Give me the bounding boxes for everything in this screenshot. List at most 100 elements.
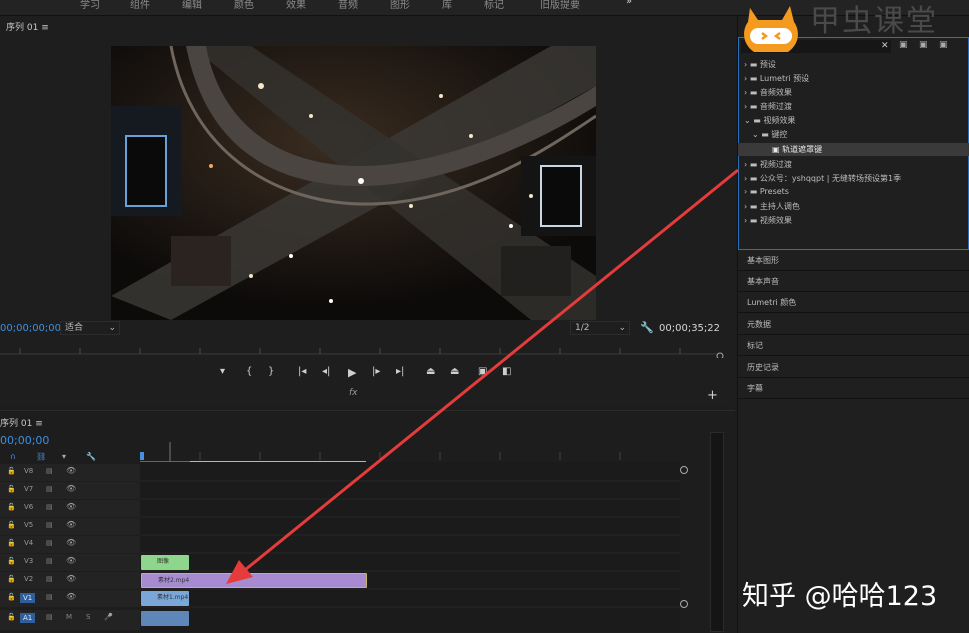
tree-item-lumetri-presets[interactable]: › ▬ Lumetri 预设 xyxy=(744,73,809,84)
menu-assembly[interactable]: 组件 xyxy=(130,0,150,11)
menu-color[interactable]: 颜色 xyxy=(234,0,254,11)
eye-icon[interactable]: 👁 xyxy=(66,520,76,529)
step-forward-icon[interactable]: |▸ xyxy=(372,366,380,377)
lock-icon[interactable]: 🔓 xyxy=(7,575,16,583)
menu-effects[interactable]: 效果 xyxy=(286,0,306,11)
lock-icon[interactable]: 🔓 xyxy=(7,539,16,547)
eye-icon[interactable]: 👁 xyxy=(66,466,76,475)
add-marker-icon[interactable]: ▾ xyxy=(220,366,225,377)
clip-v1-video[interactable]: 素材1.mp4 xyxy=(141,591,189,606)
lock-icon[interactable]: 🔓 xyxy=(7,521,16,529)
playback-ruler[interactable] xyxy=(0,342,724,360)
panel-essential-sound[interactable]: 基本声音 xyxy=(738,271,969,292)
lock-icon[interactable]: 🔓 xyxy=(7,593,16,601)
lock-icon[interactable]: 🔓 xyxy=(7,557,16,565)
panel-metadata[interactable]: 元数据 xyxy=(738,314,969,335)
panel-essential-graphics[interactable]: 基本图形 xyxy=(738,250,969,271)
zoom-handle-icon[interactable] xyxy=(680,600,688,608)
sync-icon[interactable]: ▤ xyxy=(46,539,53,547)
track-header-v7[interactable]: 🔓 V7 ▤ 👁 xyxy=(0,482,140,499)
resolution-dropdown[interactable]: 1/2 ⌄ xyxy=(570,321,630,335)
lock-icon[interactable]: 🔓 xyxy=(7,467,16,475)
sync-icon[interactable]: ▤ xyxy=(46,485,53,493)
wrench-icon[interactable]: 🔧 xyxy=(86,452,96,461)
menu-graphics[interactable]: 图形 xyxy=(390,0,410,11)
go-to-out-icon[interactable]: ▸| xyxy=(396,366,404,377)
track-header-v6[interactable]: 🔓 V6 ▤ 👁 xyxy=(0,500,140,517)
clip-v3-graphic[interactable]: 图像 xyxy=(141,555,189,570)
export-frame-icon[interactable]: ▣ xyxy=(478,366,487,377)
menu-audio[interactable]: 音频 xyxy=(338,0,358,11)
solo-icon[interactable]: S xyxy=(86,613,90,621)
menu-libraries[interactable]: 库 xyxy=(442,0,452,11)
lock-icon[interactable]: 🔓 xyxy=(7,503,16,511)
fit-dropdown[interactable]: 适合 ⌄ xyxy=(60,321,120,335)
32bit-effects-icon[interactable]: ▣ xyxy=(919,40,928,50)
tree-item-presets[interactable]: › ▬ 预设 xyxy=(744,59,776,70)
program-monitor-title[interactable]: 序列 01 ≡ xyxy=(6,20,49,33)
track-header-v1[interactable]: 🔓 V1 ▤ 👁 xyxy=(0,590,140,607)
go-to-in-icon[interactable]: |◂ xyxy=(298,366,306,377)
accelerated-effects-icon[interactable]: ▣ xyxy=(899,40,908,50)
tree-item-audio-transitions[interactable]: › ▬ 音频过渡 xyxy=(744,101,792,112)
panel-lumetri-color[interactable]: Lumetri 颜色 xyxy=(738,292,969,313)
snap-icon[interactable]: ∩ xyxy=(10,452,16,461)
mark-out-icon[interactable]: } xyxy=(268,366,274,377)
step-back-icon[interactable]: ◂| xyxy=(322,366,330,377)
zoom-handle-icon[interactable] xyxy=(680,466,688,474)
tree-item-video-effects[interactable]: ⌄ ▬ 视频效果 xyxy=(744,115,795,126)
yuv-effects-icon[interactable]: ▣ xyxy=(939,40,948,50)
clear-search-icon[interactable]: ✕ xyxy=(881,41,889,51)
lock-icon[interactable]: 🔓 xyxy=(7,613,16,621)
comparison-icon[interactable]: ◧ xyxy=(502,366,511,377)
track-header-v3[interactable]: 🔓 V3 ▤ 👁 xyxy=(0,554,140,571)
extract-icon[interactable]: ⏏ xyxy=(450,366,459,377)
tree-item-presets-en[interactable]: › ▬ Presets xyxy=(744,187,789,196)
sync-icon[interactable]: ▤ xyxy=(46,467,53,475)
menu-editing[interactable]: 编辑 xyxy=(182,0,202,11)
tree-item-track-matte-key[interactable]: ▣ 轨道遮罩键 xyxy=(772,144,822,155)
track-header-a1[interactable]: 🔓 A1 ▤ M S 🎤 xyxy=(0,610,140,630)
tree-item-video-effects-2[interactable]: › ▬ 视频效果 xyxy=(744,215,792,226)
mute-icon[interactable]: M xyxy=(66,613,72,621)
timeline-title[interactable]: 序列 01 ≡ xyxy=(0,416,43,429)
more-workspaces-icon[interactable]: » xyxy=(626,0,632,7)
sync-icon[interactable]: ▤ xyxy=(46,521,53,529)
clip-a1-audio[interactable] xyxy=(141,611,189,626)
eye-icon[interactable]: 👁 xyxy=(66,556,76,565)
current-timecode[interactable]: 00;00;00;00 xyxy=(0,323,61,334)
sync-icon[interactable]: ▤ xyxy=(46,557,53,565)
microphone-icon[interactable]: 🎤 xyxy=(104,613,113,621)
tree-item-host-grading[interactable]: › ▬ 主持人调色 xyxy=(744,201,800,212)
menu-markers[interactable]: 标记 xyxy=(484,0,504,11)
lock-icon[interactable]: 🔓 xyxy=(7,485,16,493)
sync-icon[interactable]: ▤ xyxy=(46,593,53,601)
eye-icon[interactable]: 👁 xyxy=(66,538,76,547)
linked-selection-icon[interactable]: ⛓ xyxy=(36,452,46,461)
menu-legacy[interactable]: 旧版提要 xyxy=(540,0,580,11)
add-button-icon[interactable]: + xyxy=(707,388,718,403)
timeline-ruler[interactable] xyxy=(140,440,685,464)
track-header-v4[interactable]: 🔓 V4 ▤ 👁 xyxy=(0,536,140,553)
panel-captions[interactable]: 字幕 xyxy=(738,378,969,399)
panel-markers[interactable]: 标记 xyxy=(738,335,969,356)
wrench-icon[interactable]: 🔧 xyxy=(640,321,654,334)
tree-item-audio-effects[interactable]: › ▬ 音频效果 xyxy=(744,87,792,98)
track-header-v8[interactable]: 🔓 V8 ▤ 👁 xyxy=(0,464,140,481)
eye-icon[interactable]: 👁 xyxy=(66,502,76,511)
tree-item-video-transitions[interactable]: › ▬ 视频过渡 xyxy=(744,159,792,170)
track-header-v2[interactable]: 🔓 V2 ▤ 👁 xyxy=(0,572,140,589)
mark-in-icon[interactable]: { xyxy=(246,366,252,377)
track-header-v5[interactable]: 🔓 V5 ▤ 👁 xyxy=(0,518,140,535)
sync-icon[interactable]: ▤ xyxy=(46,613,53,621)
eye-icon[interactable]: 👁 xyxy=(66,484,76,493)
sync-icon[interactable]: ▤ xyxy=(46,503,53,511)
timeline-timecode[interactable]: 00;00;00 xyxy=(0,434,49,447)
play-icon[interactable]: ▶ xyxy=(348,366,356,379)
lift-icon[interactable]: ⏏ xyxy=(426,366,435,377)
eye-icon[interactable]: 👁 xyxy=(66,592,76,601)
eye-icon[interactable]: 👁 xyxy=(66,574,76,583)
tree-item-keying[interactable]: ⌄ ▬ 键控 xyxy=(752,129,787,140)
tree-item-public-account[interactable]: › ▬ 公众号：yshqqpt | 无缝转场预设第1季 xyxy=(744,173,901,184)
add-marker-icon[interactable]: ▾ xyxy=(62,452,66,461)
